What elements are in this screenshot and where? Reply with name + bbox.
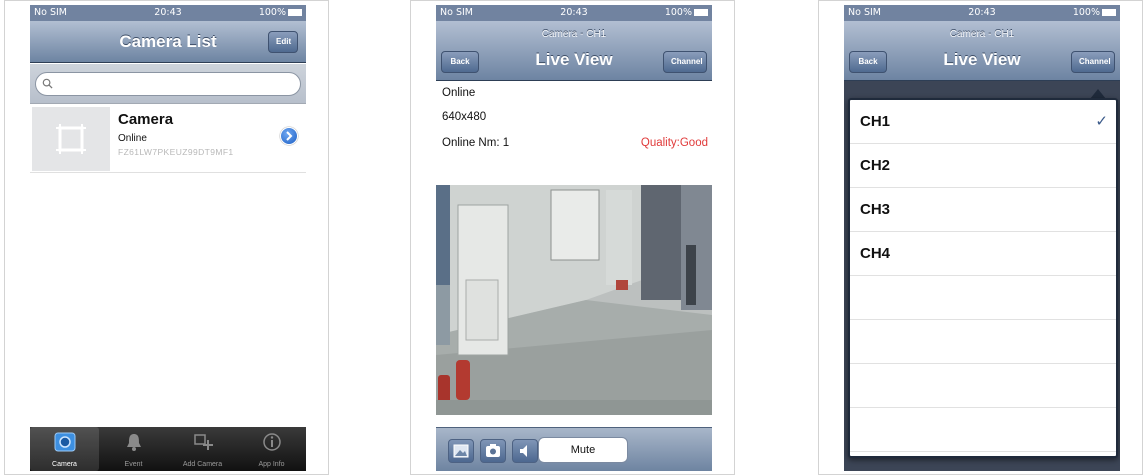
channel-button[interactable]: Channel [663,51,707,73]
page-title: Camera List [119,32,217,51]
phone-screen-camera-list: No SIM 20:43 100% Camera List Edit Camer… [30,5,306,471]
channel-button[interactable]: Channel [1071,51,1115,73]
online-count-label: Online Nm: 1 [442,137,510,149]
status-bar: No SIM 20:43 100% [30,5,306,21]
live-video-feed[interactable] [436,185,712,415]
phone-screen-channel-picker: No SIM 20:43 100% Camera - CH1 Live View… [844,5,1120,471]
tab-label: Event [124,461,143,468]
channel-popover: CH1 ✓ CH2 CH3 CH4 [848,98,1118,458]
phone-screen-live-view: No SIM 20:43 100% Camera - CH1 Live View… [436,5,712,471]
tab-app-info[interactable]: App Info [237,427,306,471]
channel-option-ch3[interactable]: CH3 [850,188,1116,232]
carrier-label: No SIM [34,7,67,18]
speaker-button[interactable] [512,439,538,463]
edit-button[interactable]: Edit [268,31,298,53]
live-view-toolbar: Mute [436,427,712,471]
battery-indicator: 100% [259,7,302,18]
channel-label: CH1 [860,113,891,130]
camera-thumbnail [32,107,110,171]
tab-label: App Info [258,461,285,468]
camera-name: Camera [118,111,174,128]
clock-label: 20:43 [968,7,996,18]
screenshot-frame-live-view: No SIM 20:43 100% Camera - CH1 Live View… [410,0,735,475]
channel-empty-row [850,276,1116,320]
bell-icon [126,434,141,451]
status-bar: No SIM 20:43 100% [844,5,1120,21]
carrier-label: No SIM [440,7,473,18]
channel-label: CH3 [860,201,891,218]
screenshot-frame-camera-list: No SIM 20:43 100% Camera List Edit Camer… [4,0,329,475]
navigation-bar: Camera - CH1 Live View Back Channel [436,21,712,81]
tab-label: Camera [52,461,77,468]
battery-icon [288,9,302,16]
battery-indicator: 100% [665,7,708,18]
tab-bar: Camera Event Add Camera App Info [30,427,306,471]
search-icon [42,78,53,89]
screenshot-frame-channel-picker: No SIM 20:43 100% Camera - CH1 Live View… [818,0,1143,475]
connection-status: Online [442,87,476,99]
camera-channel-subtitle: Camera - CH1 [541,29,607,40]
battery-indicator: 100% [1073,7,1116,18]
battery-icon [694,9,708,16]
camera-icon [54,432,75,452]
channel-option-ch1[interactable]: CH1 ✓ [850,100,1116,144]
camera-status: Online [118,133,147,144]
carrier-label: No SIM [848,7,881,18]
quality-label: Quality:Good [640,137,708,149]
battery-label: 100% [664,7,692,18]
search-field[interactable] [35,72,301,96]
tab-add-camera[interactable]: Add Camera [168,427,237,471]
camera-uid: FZ61LW7PKEUZ99DT9MF1 [118,147,234,157]
camera-channel-subtitle: Camera - CH1 [949,29,1015,40]
detail-disclosure-icon[interactable] [280,127,298,145]
camera-list-item[interactable]: Camera Online FZ61LW7PKEUZ99DT9MF1 [30,105,306,173]
channel-empty-row [850,320,1116,364]
battery-label: 100% [1072,7,1100,18]
camera-placeholder-icon [56,124,86,154]
battery-label: 100% [258,7,286,18]
channel-label: CH4 [860,245,891,262]
mute-button[interactable]: Mute [538,437,628,463]
back-button[interactable]: Back [441,51,479,73]
search-bar [30,64,306,104]
resolution-label: 640x480 [442,111,487,123]
gallery-button[interactable] [448,439,474,463]
speaker-icon [520,445,527,457]
info-icon [262,433,281,451]
status-bar: No SIM 20:43 100% [436,5,712,21]
channel-option-ch2[interactable]: CH2 [850,144,1116,188]
snapshot-button[interactable] [480,439,506,463]
checkmark-icon: ✓ [1095,113,1108,130]
search-input[interactable] [58,76,288,92]
navigation-bar: Camera - CH1 Live View Back Channel [844,21,1120,81]
channel-label: CH2 [860,157,891,174]
video-frame [436,185,712,415]
tab-event[interactable]: Event [99,427,168,471]
channel-empty-row [850,408,1116,452]
tab-camera[interactable]: Camera [30,427,99,471]
battery-icon [1102,9,1116,16]
tab-label: Add Camera [182,461,223,468]
snapshot-icon [486,444,500,457]
gallery-icon [453,444,469,458]
clock-label: 20:43 [154,7,182,18]
channel-empty-row [850,364,1116,408]
navigation-bar: Camera List Edit [30,21,306,63]
back-button[interactable]: Back [849,51,887,73]
channel-option-ch4[interactable]: CH4 [850,232,1116,276]
clock-label: 20:43 [560,7,588,18]
add-camera-icon [193,434,213,450]
